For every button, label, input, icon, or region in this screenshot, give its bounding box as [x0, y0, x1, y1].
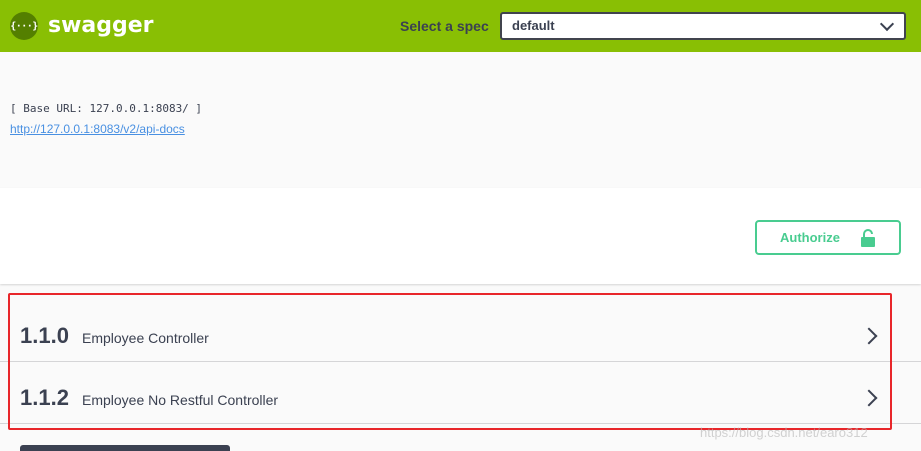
lock-icon [861, 229, 875, 247]
watermark-text: https://blog.csdn.net/earo312 [700, 425, 868, 440]
api-docs-link[interactable]: http://127.0.0.1:8083/v2/api-docs [10, 122, 185, 136]
spec-select-value: default [512, 18, 555, 33]
swagger-logo-icon[interactable]: {···} [10, 12, 38, 40]
tag-name-cut-off [20, 445, 230, 451]
authorize-button[interactable]: Authorize [755, 220, 901, 255]
spec-select[interactable]: default [500, 12, 906, 40]
topbar: {···} swagger Select a spec default [0, 0, 921, 52]
spec-select-label: Select a spec [400, 18, 489, 34]
base-url: [ Base URL: 127.0.0.1:8083/ ] [10, 102, 203, 115]
highlight-annotation-box [8, 293, 892, 430]
authorize-label: Authorize [780, 230, 840, 245]
chevron-down-icon [879, 16, 895, 32]
api-info-section [0, 52, 921, 188]
swagger-logo-text[interactable]: swagger [48, 11, 154, 41]
